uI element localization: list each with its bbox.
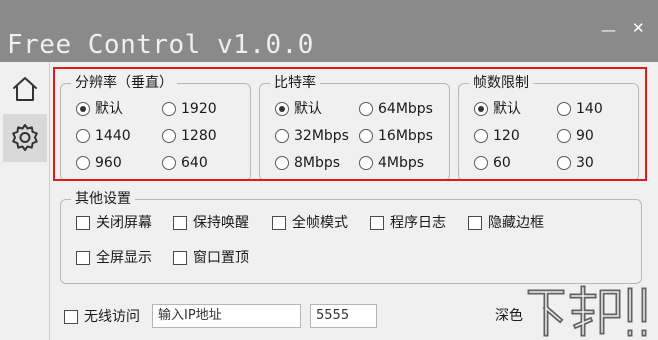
option-window-on-top[interactable]: 窗口置顶 <box>173 249 249 267</box>
gear-icon <box>12 124 38 151</box>
watermark-logo <box>527 285 647 337</box>
option-turn-off-screen[interactable]: 关闭屏幕 <box>76 214 152 232</box>
home-icon <box>13 77 37 101</box>
option-stay-awake[interactable]: 保持唤醒 <box>173 214 249 232</box>
sidebar <box>0 62 50 340</box>
other-settings-title: 其他设置 <box>71 190 135 208</box>
title-bar: Free Control v1.0.0 — ✕ <box>0 0 658 62</box>
app-title: Free Control v1.0.0 <box>7 30 314 60</box>
minimize-button[interactable]: — <box>601 22 616 38</box>
highlight-frame <box>53 67 647 181</box>
close-button[interactable]: ✕ <box>632 20 645 36</box>
option-full-frame-mode[interactable]: 全帧模式 <box>272 214 348 232</box>
checkbox[interactable] <box>173 251 187 265</box>
wireless-access-option[interactable]: 无线访问 <box>64 308 140 326</box>
checkbox[interactable] <box>468 216 482 230</box>
port-input[interactable]: 5555 <box>310 304 377 328</box>
checkbox[interactable] <box>370 216 384 230</box>
dark-theme-label: 深色 <box>495 308 523 324</box>
option-program-log[interactable]: 程序日志 <box>370 214 446 232</box>
checkbox[interactable] <box>173 216 187 230</box>
checkbox[interactable] <box>64 310 78 324</box>
sidebar-item-settings[interactable] <box>3 114 47 162</box>
checkbox[interactable] <box>272 216 286 230</box>
ip-address-input[interactable]: 输入IP地址 <box>152 304 301 328</box>
checkbox[interactable] <box>76 216 90 230</box>
sidebar-item-home[interactable] <box>3 65 47 113</box>
option-hide-border[interactable]: 隐藏边框 <box>468 214 544 232</box>
checkbox[interactable] <box>76 251 90 265</box>
option-fullscreen[interactable]: 全屏显示 <box>76 249 152 267</box>
other-settings-group: 其他设置 关闭屏幕 保持唤醒 全帧模式 程序日志 隐藏边框 全屏显示 窗口置顶 <box>60 190 642 284</box>
panel-divider <box>49 62 50 340</box>
